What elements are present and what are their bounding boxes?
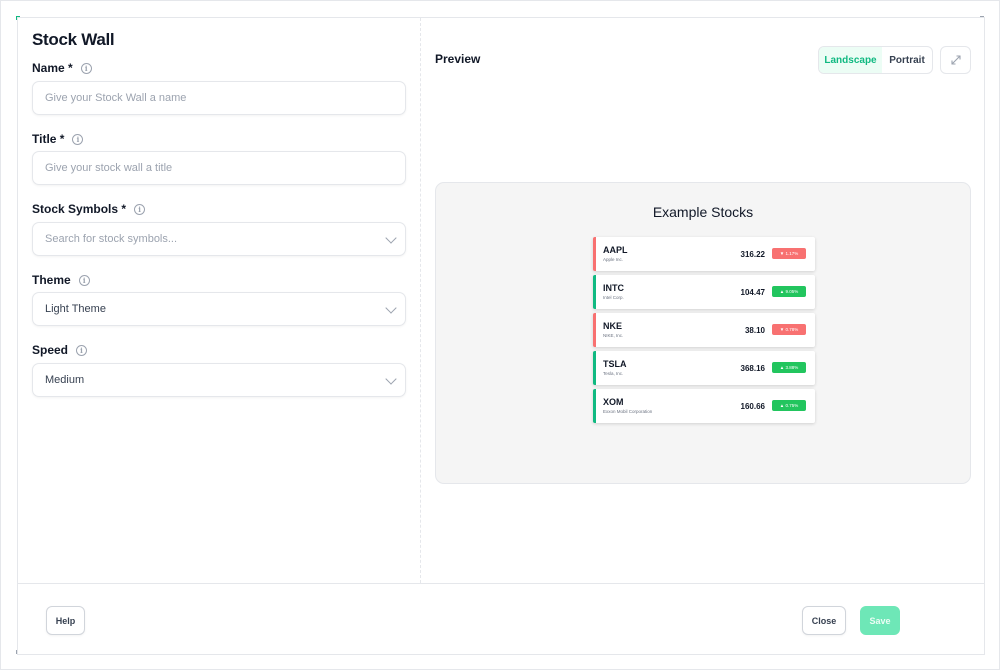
stock-row: AAPL Apple Inc. 316.22 ▼ 1.17%	[593, 237, 815, 271]
speed-label-text: Speed	[32, 343, 69, 357]
stock-price: 38.10	[744, 326, 765, 335]
theme-select[interactable]: Light Theme	[32, 292, 406, 326]
stock-row: NKE NIKE, Inc. 38.10 ▼ 0.78%	[593, 313, 815, 347]
preview-pane: Preview Landscape Portrait Example Stock…	[422, 18, 986, 583]
expand-icon	[950, 55, 961, 65]
window: Stock Wall Name * i Give your Stock Wall…	[0, 0, 1000, 670]
stock-company-name: Apple Inc.	[603, 257, 624, 262]
stock-price: 316.22	[740, 250, 765, 259]
info-icon[interactable]: i	[72, 133, 84, 145]
stock-symbol: NKE	[603, 321, 623, 331]
chevron-down-icon	[385, 373, 397, 385]
stock-company-name: Exxon Mobil Corporation	[603, 409, 653, 414]
canvas-title: Example Stocks	[652, 204, 754, 220]
expand-button[interactable]	[940, 46, 971, 74]
name-label: Name * i	[32, 61, 92, 75]
stock-row: XOM Exxon Mobil Corporation 160.66 ▲ 0.7…	[593, 389, 815, 423]
stock-company-name: Tesla, Inc.	[603, 371, 624, 376]
stock-wall-dialog: Stock Wall Name * i Give your Stock Wall…	[17, 17, 985, 655]
stock-symbol: XOM	[603, 397, 624, 407]
orientation-toggle: Landscape Portrait	[818, 46, 933, 74]
stock-list: AAPL Apple Inc. 316.22 ▼ 1.17% INTC Inte…	[593, 237, 815, 427]
stock-company-name: Intel Corp.	[603, 295, 624, 300]
stock-change-badge: ▲ 9.05%	[772, 286, 806, 297]
speed-value: Medium	[45, 374, 85, 386]
stock-row: TSLA Tesla, Inc. 368.16 ▲ 3.88%	[593, 351, 815, 385]
save-button[interactable]: Save	[860, 606, 900, 635]
stock-price: 104.47	[740, 288, 765, 297]
name-label-text: Name *	[32, 61, 73, 75]
speed-label: Speed i	[32, 343, 88, 357]
dialog-footer: Help Close Save	[18, 583, 984, 655]
chevron-down-icon	[385, 302, 397, 314]
title-label: Title * i	[32, 132, 84, 146]
stock-row: INTC Intel Corp. 104.47 ▲ 9.05%	[593, 275, 815, 309]
stock-symbol: INTC	[603, 283, 624, 293]
chevron-down-icon	[385, 232, 397, 244]
help-button[interactable]: Help	[46, 606, 85, 635]
info-icon[interactable]: i	[78, 274, 90, 286]
theme-label: Theme i	[32, 273, 90, 287]
landscape-button[interactable]: Landscape	[819, 47, 882, 73]
stock-price: 368.16	[740, 364, 765, 373]
info-icon[interactable]: i	[76, 344, 88, 356]
theme-label-text: Theme	[32, 273, 71, 287]
title-input-placeholder: Give your stock wall a title	[45, 162, 173, 174]
portrait-button[interactable]: Portrait	[882, 47, 932, 73]
stock-symbols-label-text: Stock Symbols *	[32, 202, 127, 216]
settings-form: Stock Wall Name * i Give your Stock Wall…	[18, 18, 421, 583]
stock-symbol: AAPL	[603, 245, 628, 255]
speed-select[interactable]: Medium	[32, 363, 406, 397]
stock-symbols-label: Stock Symbols * i	[32, 202, 146, 216]
stock-symbols-select[interactable]: Search for stock symbols...	[32, 222, 406, 256]
stock-company-name: NIKE, Inc.	[603, 333, 624, 338]
name-input-placeholder: Give your Stock Wall a name	[45, 92, 187, 104]
title-input[interactable]: Give your stock wall a title	[32, 151, 406, 185]
name-input[interactable]: Give your Stock Wall a name	[32, 81, 406, 115]
preview-label: Preview	[435, 52, 481, 66]
stock-symbol: TSLA	[603, 359, 627, 369]
close-button[interactable]: Close	[802, 606, 846, 635]
info-icon[interactable]: i	[80, 62, 92, 74]
stock-change-badge: ▲ 3.88%	[772, 362, 806, 373]
title-label-text: Title *	[32, 132, 65, 146]
preview-canvas: Example Stocks AAPL Apple Inc. 316.22 ▼ …	[435, 182, 971, 484]
stock-symbols-placeholder: Search for stock symbols...	[45, 233, 178, 245]
theme-value: Light Theme	[45, 303, 106, 315]
info-icon[interactable]: i	[134, 203, 146, 215]
stock-change-badge: ▼ 1.17%	[772, 248, 806, 259]
page-title: Stock Wall	[32, 30, 115, 49]
stock-change-badge: ▼ 0.78%	[772, 324, 806, 335]
stock-price: 160.66	[740, 402, 765, 411]
stock-change-badge: ▲ 0.75%	[772, 400, 806, 411]
